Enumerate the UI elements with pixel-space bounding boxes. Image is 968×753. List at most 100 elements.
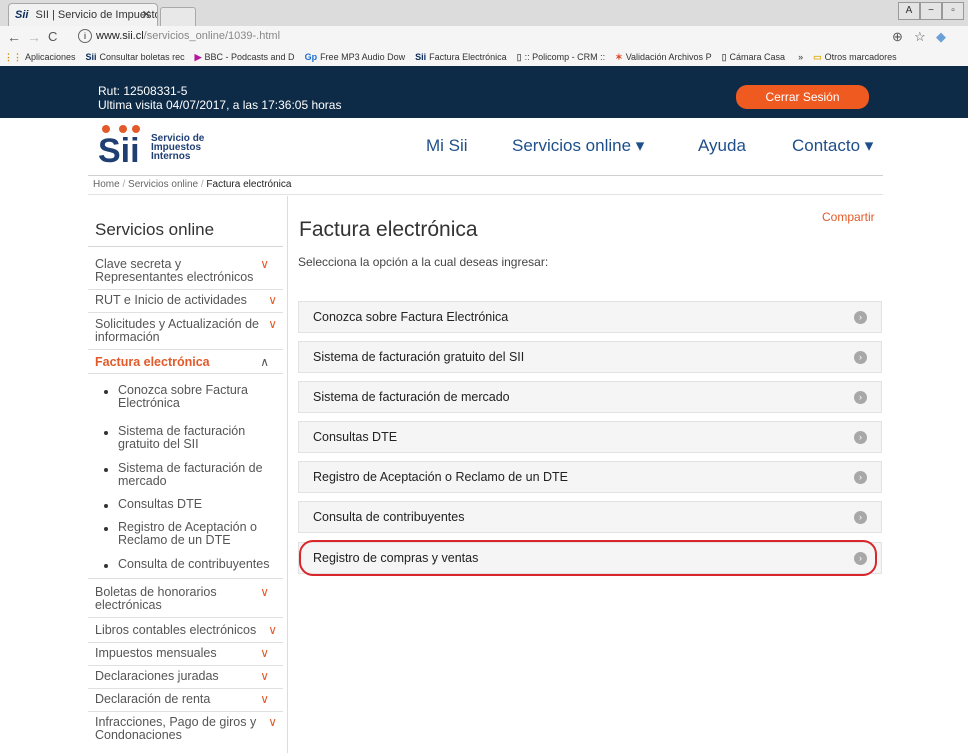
nav-mi-sii[interactable]: Mi Sii (426, 136, 468, 156)
logo-letters: Sii (98, 132, 140, 164)
sidebar-item-factura[interactable]: Factura electrónica ∧ (95, 356, 281, 369)
back-arrow-icon[interactable]: ← (7, 26, 21, 48)
option-label: Sistema de facturación de mercado (313, 390, 510, 404)
sidebar-item-label: Factura electrónica (95, 355, 210, 369)
extension-icon[interactable]: ◆ (936, 26, 946, 48)
option-label: Consulta de contribuyentes (313, 510, 465, 524)
sidebar-item-rut[interactable]: RUT e Inicio de actividades ∨ (95, 294, 281, 307)
bullet-icon (104, 504, 108, 508)
sidebar-item-renta[interactable]: Declaración de renta ∨ (95, 693, 281, 706)
nav-contacto[interactable]: Contacto ▾ (792, 136, 873, 156)
breadcrumb-home[interactable]: Home (93, 179, 120, 190)
column-divider (287, 196, 288, 753)
new-tab-button[interactable] (160, 7, 196, 27)
bookmark-9[interactable]: ▭ Otros marcadores (813, 48, 897, 66)
last-visit-label: Ultima visita 04/07/2017, a las 17:36:05… (98, 98, 342, 112)
breadcrumb-current: Factura electrónica (206, 179, 292, 190)
bookmark-label: Otros marcadores (824, 52, 897, 62)
sidebar-item-solicitudes[interactable]: Solicitudes y Actualización de informaci… (95, 318, 281, 344)
user-icon[interactable]: A (898, 2, 920, 20)
sidebar-subitem-label: Consultas DTE (118, 497, 203, 511)
forward-arrow-icon[interactable]: → (27, 26, 41, 48)
bookmark-label: Consultar boletas rec (99, 52, 185, 62)
address-bar[interactable]: i www.sii.cl/servicios_online/1039-.html (78, 27, 888, 46)
chevron-down-icon: ∨ (268, 715, 277, 729)
sidebar-item-label: Clave secreta y Representantes electróni… (95, 257, 254, 284)
sidebar-item-infracciones[interactable]: Infracciones, Pago de giros y Condonacio… (95, 716, 281, 742)
url-path: /servicios_online/1039-.html (143, 30, 281, 42)
bookmark-5[interactable]: ▯:: Policomp - CRM :: (517, 48, 605, 66)
option-label: Registro de Aceptación o Reclamo de un D… (313, 470, 568, 484)
chevron-down-icon: ∨ (260, 585, 269, 599)
bookmark-label: Aplicaciones (25, 52, 76, 62)
sidebar-item-label: Declaraciones juradas (95, 669, 219, 683)
sidebar-divider (88, 349, 283, 350)
option-label: Conozca sobre Factura Electrónica (313, 310, 509, 324)
bookmark-6[interactable]: ✶ Validación Archivos P (615, 48, 711, 66)
chevron-down-icon: ∨ (260, 646, 269, 660)
sidebar-subitem-label: Sistema de facturación de mercado (118, 461, 263, 488)
chevron-right-icon: › (854, 511, 867, 524)
sidebar-subitem[interactable]: Sistema de facturación de mercado (104, 462, 274, 488)
breadcrumb: Home / Servicios online / Factura electr… (93, 179, 291, 190)
bookmark-8[interactable]: » (795, 48, 803, 66)
option-consulta-contribuyentes[interactable]: Consulta de contribuyentes › (298, 501, 882, 533)
sidebar-subitem-label: Sistema de facturación gratuito del SII (118, 424, 246, 451)
sidebar-subitem[interactable]: Consultas DTE (104, 498, 274, 511)
sidebar-subitem[interactable]: Consulta de contribuyentes (104, 558, 284, 571)
option-conozca[interactable]: Conozca sobre Factura Electrónica › (298, 301, 882, 333)
red-highlight-annotation (299, 540, 877, 576)
bookmark-0[interactable]: ⋮⋮ Aplicaciones (4, 48, 76, 66)
bullet-icon (104, 431, 108, 435)
browser-tab[interactable]: Sii SII | Servicio de Impuesto ✕ (8, 3, 158, 26)
nav-servicios-online[interactable]: Servicios online ▾ (512, 136, 644, 156)
logo-line-3: Internos (151, 151, 191, 162)
nav-ayuda[interactable]: Ayuda (698, 136, 746, 156)
sidebar-subitem[interactable]: Registro de Aceptación o Reclamo de un D… (104, 521, 274, 547)
tab-title: SII | Servicio de Impuesto (35, 9, 158, 21)
bbc-icon: ▶ (194, 52, 202, 62)
chevron-down-icon: ∨ (260, 257, 269, 271)
bookmark-1[interactable]: Sii Consultar boletas rec (86, 48, 185, 66)
option-label: Consultas DTE (313, 430, 398, 444)
breadcrumb-divider (88, 194, 883, 195)
close-tab-icon[interactable]: ✕ (142, 4, 151, 26)
sidebar-item-impuestos[interactable]: Impuestos mensuales ∨ (95, 647, 281, 660)
logout-button[interactable]: Cerrar Sesión (736, 85, 869, 109)
option-mercado[interactable]: Sistema de facturación de mercado › (298, 381, 882, 413)
sidebar-item-boletas[interactable]: Boletas de honorarios electrónicas ∨ (95, 586, 281, 612)
sidebar-subitem-label: Consulta de contribuyentes (118, 557, 270, 571)
bookmark-label: Validación Archivos P (625, 52, 712, 62)
sidebar-item-declaraciones[interactable]: Declaraciones juradas ∨ (95, 670, 281, 683)
sii-logo-icon[interactable]: Sii (98, 124, 146, 164)
sidebar-subitem[interactable]: Sistema de facturación gratuito del SII (104, 425, 274, 451)
bookmark-star-icon[interactable]: ☆ (914, 26, 926, 48)
chevron-up-icon: ∧ (260, 355, 269, 369)
sidebar-subitem[interactable]: Conozca sobre Factura Electrónica (104, 384, 274, 410)
option-registro-aceptacion[interactable]: Registro de Aceptación o Reclamo de un D… (298, 461, 882, 493)
bookmark-2[interactable]: ▶ BBC - Podcasts and D (195, 48, 295, 66)
chevron-right-icon: › (854, 351, 867, 364)
folder-icon: ▭ (813, 52, 822, 62)
reload-icon[interactable]: C (48, 26, 57, 48)
sidebar-item-label: Boletas de honorarios electrónicas (95, 585, 217, 612)
sii-icon: Sii (85, 52, 97, 62)
option-gratuito[interactable]: Sistema de facturación gratuito del SII › (298, 341, 882, 373)
minimize-icon[interactable]: − (920, 2, 942, 20)
sidebar-item-clave[interactable]: Clave secreta y Representantes electróni… (95, 258, 281, 284)
chevron-right-icon: › (854, 471, 867, 484)
maximize-icon[interactable]: ▫ (942, 2, 964, 20)
sidebar-item-libros[interactable]: Libros contables electrónicos ∨ (95, 624, 281, 637)
share-link[interactable]: Compartir (822, 210, 875, 224)
option-consultas-dte[interactable]: Consultas DTE › (298, 421, 882, 453)
sidebar-item-label: Libros contables electrónicos (95, 623, 257, 637)
bookmark-7[interactable]: ▯ Cámara Casa (722, 48, 785, 66)
info-icon[interactable]: i (78, 29, 92, 44)
chevron-down-icon: ∨ (268, 293, 277, 307)
mp3-icon: Gp (304, 52, 318, 62)
breadcrumb-servicios[interactable]: Servicios online (128, 179, 198, 190)
bookmark-4[interactable]: Sii Factura Electrónica (415, 48, 507, 66)
bookmark-3[interactable]: Gp Free MP3 Audio Dow (305, 48, 406, 66)
chevron-right-icon: › (854, 391, 867, 404)
zoom-icon[interactable]: ⊕ (892, 26, 903, 48)
